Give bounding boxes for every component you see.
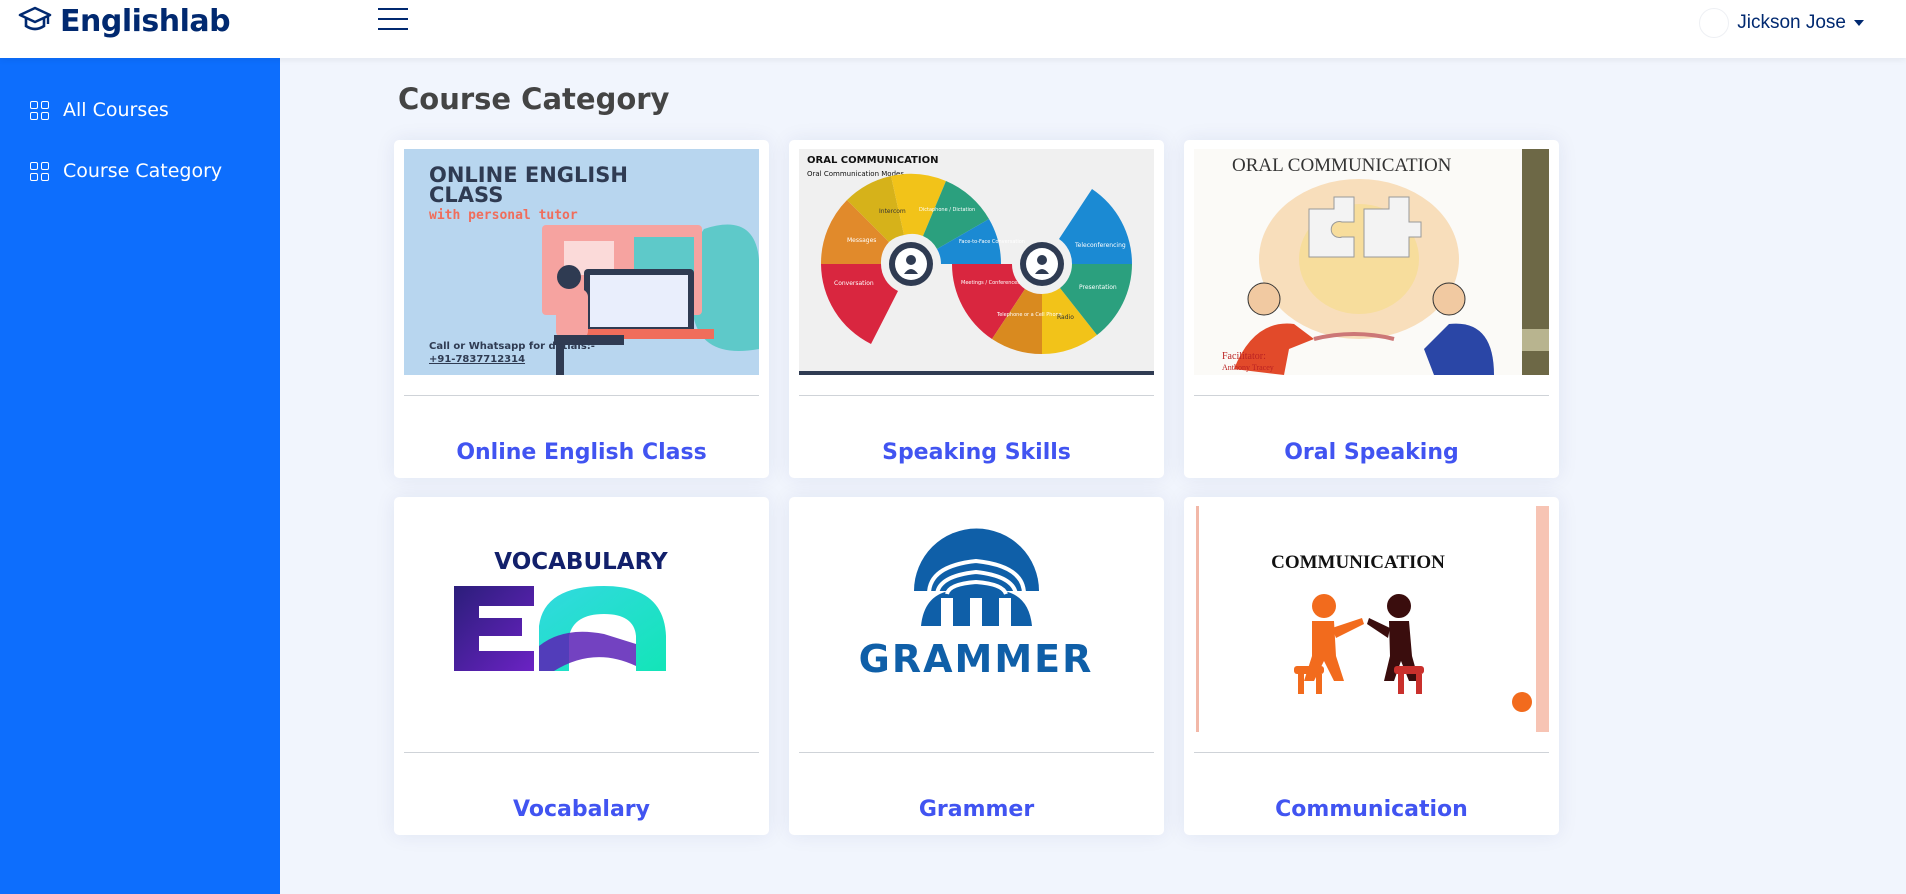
top-header: Englishlab Jickson Jose	[0, 0, 1906, 58]
card-title[interactable]: Online English Class	[394, 440, 769, 465]
course-image: GRAMMER	[799, 506, 1154, 732]
image-text: with personal tutor	[429, 208, 578, 223]
hamburger-icon[interactable]	[378, 8, 408, 34]
image-text: GRAMMER	[859, 637, 1094, 681]
course-card-online-english-class[interactable]: ONLINE ENGLISH CLASS with personal tutor…	[394, 140, 769, 478]
brand-logo[interactable]: Englishlab	[18, 4, 231, 39]
sidebar: All Courses Course Category	[0, 58, 280, 894]
course-card-speaking-skills[interactable]: ORAL COMMUNICATION Oral Communication Mo…	[789, 140, 1164, 478]
grid-icon	[30, 100, 49, 120]
image-text: ORAL COMMUNICATION	[807, 155, 938, 166]
course-image: COMMUNICATION	[1194, 506, 1549, 732]
user-profile-dropdown[interactable]: Jickson Jose	[1699, 8, 1864, 38]
card-divider	[799, 752, 1154, 753]
sidebar-item-course-category[interactable]: Course Category	[30, 160, 222, 182]
grid-icon	[30, 161, 49, 181]
segment-label: Conversation	[834, 280, 874, 287]
image-text: CLASS	[429, 183, 503, 207]
course-card-oral-speaking[interactable]: ORAL COMMUNICATION Facilitator: Anthony …	[1184, 140, 1559, 478]
course-image: ORAL COMMUNICATION Oral Communication Mo…	[799, 149, 1154, 375]
image-text: Anthony Tracey	[1222, 363, 1274, 372]
segment-label: Presentation	[1079, 284, 1117, 291]
card-title[interactable]: Communication	[1184, 797, 1559, 822]
segment-label: Radio	[1057, 314, 1074, 321]
caret-down-icon	[1854, 20, 1864, 26]
card-divider	[1194, 395, 1549, 396]
avatar	[1699, 8, 1730, 38]
course-image: VOCABULARY	[404, 506, 759, 732]
image-text: Call or Whatsapp for detials:-	[429, 341, 595, 352]
image-text: VOCABULARY	[494, 549, 668, 575]
segment-label: Dictaphone / Dictation	[919, 207, 975, 213]
course-card-grammer[interactable]: GRAMMER Grammer	[789, 497, 1164, 835]
card-title[interactable]: Vocabalary	[394, 797, 769, 822]
card-divider	[404, 395, 759, 396]
sidebar-item-label: Course Category	[63, 160, 223, 182]
sidebar-item-label: All Courses	[63, 99, 169, 121]
image-text: +91-7837712314	[429, 354, 525, 365]
user-name: Jickson Jose	[1737, 12, 1846, 33]
image-text: COMMUNICATION	[1271, 552, 1445, 573]
sidebar-item-all-courses[interactable]: All Courses	[30, 99, 169, 121]
segment-label: Face-to-Face Conversation	[959, 239, 1025, 245]
graduation-cap-icon	[18, 5, 52, 39]
segment-label: Meetings / Conferences	[961, 280, 1020, 286]
card-title[interactable]: Grammer	[789, 797, 1164, 822]
page-title: Course Category	[398, 82, 670, 116]
card-divider	[799, 395, 1154, 396]
course-card-vocabalary[interactable]: VOCABULARY Vocabalary	[394, 497, 769, 835]
segment-label: Intercom	[879, 208, 906, 215]
course-card-communication[interactable]: COMMUNICATION Communication	[1184, 497, 1559, 835]
card-title[interactable]: Oral Speaking	[1184, 440, 1559, 465]
segment-label: Teleconferencing	[1074, 242, 1126, 249]
segment-label: Messages	[847, 237, 876, 244]
card-title[interactable]: Speaking Skills	[789, 440, 1164, 465]
image-text: ORAL COMMUNICATION	[1232, 155, 1452, 176]
card-divider	[404, 752, 759, 753]
segment-label: Telephone or a Cell Phone	[996, 312, 1062, 318]
brand-name: Englishlab	[60, 4, 231, 39]
image-text: Facilitator:	[1222, 351, 1266, 362]
course-image: ONLINE ENGLISH CLASS with personal tutor…	[404, 149, 759, 375]
card-divider	[1194, 752, 1549, 753]
course-image: ORAL COMMUNICATION Facilitator: Anthony …	[1194, 149, 1549, 375]
